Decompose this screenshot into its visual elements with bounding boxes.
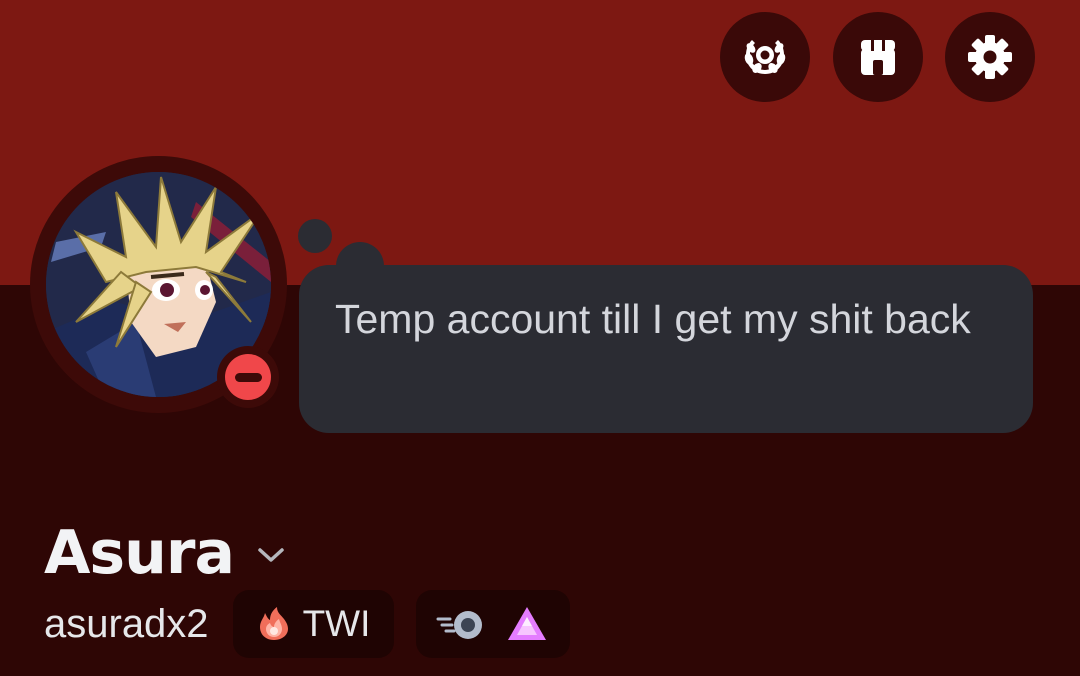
- settings-button[interactable]: [945, 12, 1035, 102]
- username-row: asuradx2 TWI: [44, 590, 571, 658]
- display-name-row[interactable]: Asura: [44, 518, 286, 588]
- flame-icon: [259, 607, 288, 640]
- chevron-down-icon[interactable]: [256, 546, 286, 564]
- shop-icon: [861, 40, 895, 75]
- display-name: Asura: [44, 518, 235, 588]
- gear-icon: [968, 35, 1012, 79]
- thought-bubble-dot: [298, 219, 332, 253]
- custom-status-bubble[interactable]: Temp account till I get my shit back: [299, 265, 1033, 433]
- username: asuradx2: [44, 601, 209, 646]
- nitro-badge-icon[interactable]: [436, 607, 486, 641]
- custom-status-text: Temp account till I get my shit back: [335, 296, 971, 342]
- server-boost-badge-icon[interactable]: [506, 605, 548, 643]
- nitro-button[interactable]: [720, 12, 810, 102]
- badge-list: [416, 590, 571, 658]
- status-bar: [234, 372, 262, 382]
- do-not-disturb-status-icon: [225, 354, 271, 400]
- shop-button[interactable]: [833, 12, 923, 102]
- server-tag-label: TWI: [302, 603, 371, 644]
- nitro-icon: [744, 40, 786, 74]
- server-tag[interactable]: TWI: [232, 590, 395, 658]
